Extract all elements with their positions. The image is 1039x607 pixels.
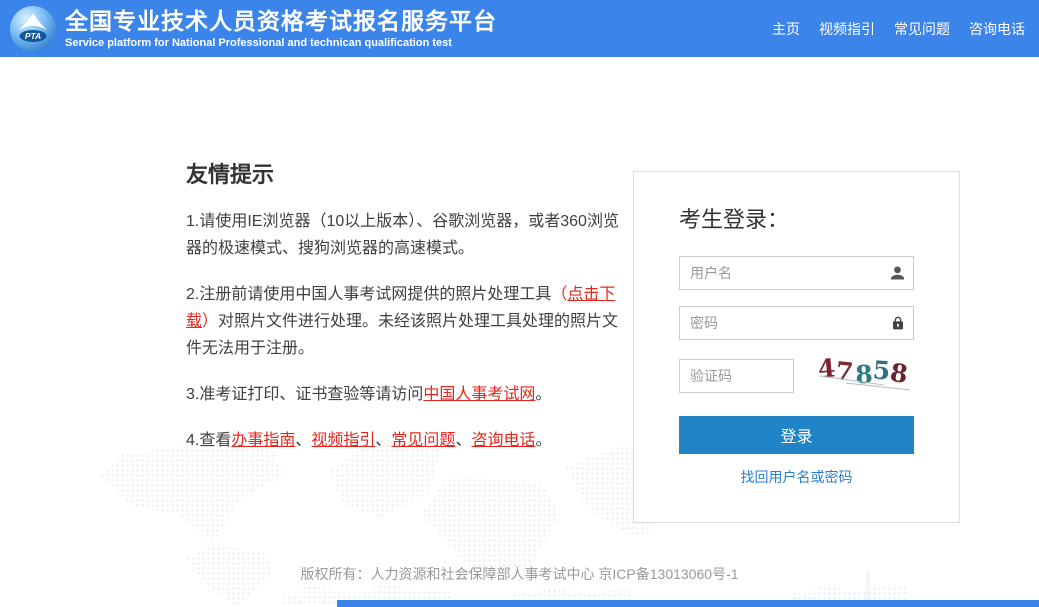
- phone-link[interactable]: 咨询电话: [471, 432, 535, 449]
- faq-link[interactable]: 常见问题: [391, 432, 455, 449]
- separator: 、: [375, 432, 392, 449]
- forgot-credentials-link[interactable]: 找回用户名或密码: [679, 467, 914, 487]
- tip-4-pre: 4.查看: [186, 432, 232, 449]
- tip-cpta-site: 3.准考证打印、证书查验等请访问中国人事考试网。: [186, 381, 619, 408]
- pta-logo-graphic: PTA: [19, 12, 47, 42]
- nav-faq-link[interactable]: 常见问题: [894, 19, 950, 39]
- login-heading: 考生登录：: [679, 207, 790, 232]
- page: PTA 全国专业技术人员资格考试报名服务平台 Service platform …: [0, 0, 1039, 607]
- username-field: [679, 256, 914, 290]
- tip-2-paren-close: ）: [202, 313, 219, 330]
- tip-photo-tool: 2.注册前请使用中国人事考试网提供的照片处理工具（点击下载）对照片文件进行处理。…: [186, 281, 619, 362]
- nav-phone-link[interactable]: 咨询电话: [969, 19, 1025, 39]
- tip-browser: 1.请使用IE浏览器（10以上版本）、谷歌浏览器，或者360浏览器的极速模式、搜…: [186, 208, 619, 262]
- top-nav: 主页 视频指引 常见问题 咨询电话: [772, 19, 1025, 39]
- header: PTA 全国专业技术人员资格考试报名服务平台 Service platform …: [0, 0, 1039, 57]
- video-guide-link[interactable]: 视频指引: [311, 432, 375, 449]
- tip-3-pre: 3.准考证打印、证书查验等请访问: [186, 386, 424, 403]
- tip-4-end: 。: [535, 432, 552, 449]
- captcha-field: [679, 359, 794, 393]
- tips-heading: 友情提示: [186, 162, 275, 187]
- captcha-input[interactable]: [679, 359, 794, 393]
- tip-2-post: 对照片文件进行处理。未经该照片处理工具处理的照片文件无法用于注册。: [186, 313, 619, 357]
- lock-icon: [890, 315, 906, 331]
- captcha-digits: 47858: [816, 353, 912, 390]
- watermark-map-north-america: [100, 443, 285, 543]
- login-panel: 考生登录： 47858 登录 找回用户名或密码: [633, 171, 960, 523]
- user-icon: [889, 265, 906, 282]
- site-subtitle: Service platform for National Profession…: [65, 36, 452, 49]
- svg-text:PTA: PTA: [25, 31, 41, 41]
- nav-home-link[interactable]: 主页: [772, 19, 800, 39]
- tip-1-text: 1.请使用IE浏览器（10以上版本）、谷歌浏览器，或者360浏览器的极速模式、搜…: [186, 213, 619, 257]
- pta-logo-icon: PTA: [10, 5, 56, 52]
- separator: 、: [295, 432, 312, 449]
- brand: PTA 全国专业技术人员资格考试报名服务平台 Service platform …: [10, 5, 497, 52]
- nav-video-guide-link[interactable]: 视频指引: [819, 19, 875, 39]
- password-field: [679, 306, 914, 340]
- username-input[interactable]: [679, 256, 914, 290]
- bottom-blue-bar: [337, 600, 1039, 607]
- tip-3-end: 。: [535, 386, 552, 403]
- tips-section: 友情提示 1.请使用IE浏览器（10以上版本）、谷歌浏览器，或者360浏览器的极…: [186, 157, 619, 454]
- captcha-row: 47858: [679, 353, 914, 396]
- login-button[interactable]: 登录: [679, 416, 914, 454]
- service-guide-link[interactable]: 办事指南: [231, 432, 295, 449]
- separator: 、: [455, 432, 472, 449]
- footer: 版权所有：人力资源和社会保障部人事考试中心 京ICP备13013060号-1: [0, 564, 1039, 584]
- cpta-website-link[interactable]: 中国人事考试网: [423, 386, 535, 403]
- tip-2-paren-open: （: [551, 286, 568, 303]
- copyright-text: 版权所有：人力资源和社会保障部人事考试中心 京ICP备13013060号-1: [300, 566, 739, 582]
- tip-2-pre: 2.注册前请使用中国人事考试网提供的照片处理工具: [186, 286, 552, 303]
- titles: 全国专业技术人员资格考试报名服务平台 Service platform for …: [65, 8, 497, 48]
- site-title: 全国专业技术人员资格考试报名服务平台: [65, 8, 497, 35]
- password-input[interactable]: [679, 306, 914, 340]
- captcha-image[interactable]: 47858: [816, 353, 914, 396]
- tip-see-also: 4.查看办事指南、视频指引、常见问题、咨询电话。: [186, 427, 619, 454]
